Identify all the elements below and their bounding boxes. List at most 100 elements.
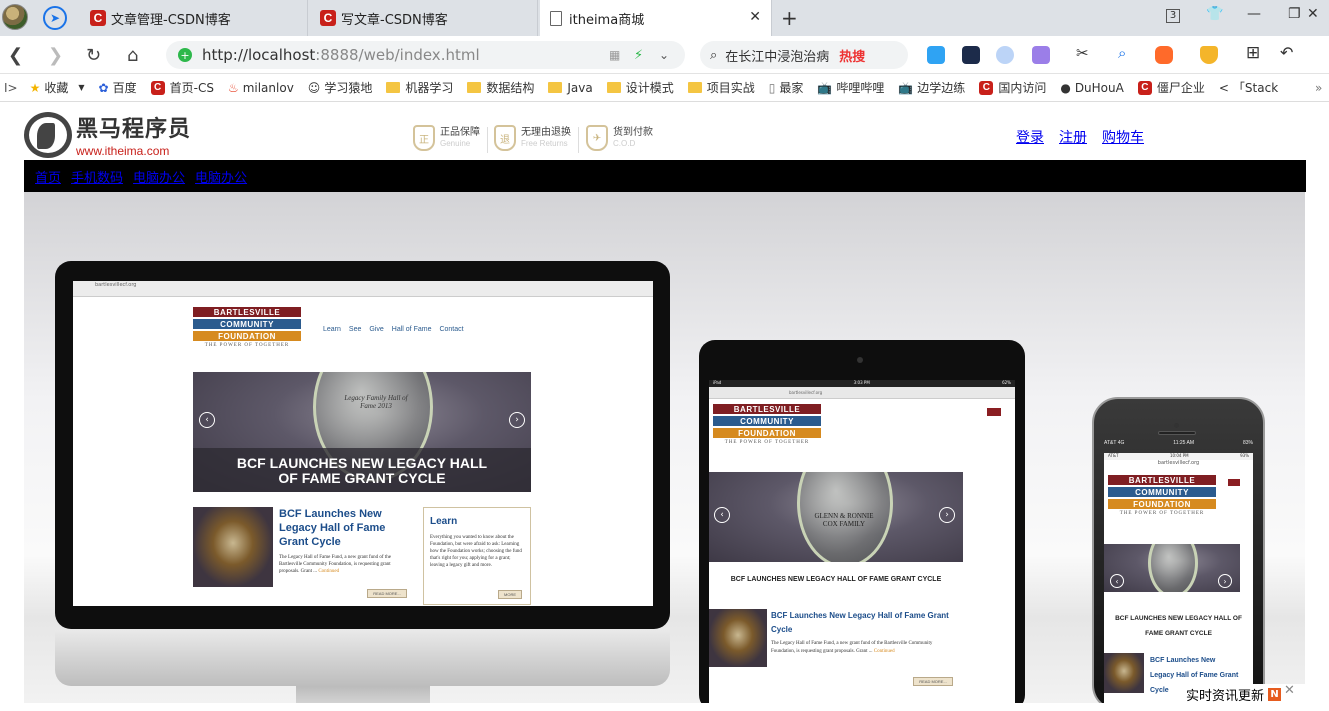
hero-caption: BCF LAUNCHES NEW LEGACY HALL OF FAME GRA… <box>1115 615 1242 637</box>
bookmark-item[interactable]: 机器学习 <box>386 79 453 96</box>
bcf-nav: Learn See Give Hall of Fame Contact <box>323 326 464 333</box>
popup-label: 实时资讯更新 <box>1186 688 1265 704</box>
news-popup[interactable]: 实时资讯更新 N <box>1180 684 1329 704</box>
search-text: 在长江中浸泡治病 <box>725 49 830 65</box>
continued-link: Continued <box>873 649 895 654</box>
bcf-hero: GLENN & RONNIE COX FAMILY ‹ › <box>709 472 963 562</box>
tab-label: 文章管理-CSDN博客 <box>111 12 231 28</box>
cart-link[interactable]: 购物车 <box>1102 127 1144 147</box>
more-bookmarks-icon[interactable]: » <box>1315 81 1322 95</box>
bookmark-item[interactable]: Java <box>548 81 593 95</box>
grid-icon[interactable]: ⊞ <box>1246 43 1264 63</box>
login-link[interactable]: 登录 <box>1016 127 1044 147</box>
tab-write-article[interactable]: C 写文章-CSDN博客 <box>310 0 538 36</box>
extension-icon[interactable] <box>996 46 1014 64</box>
guarantee-subtitle: C.O.D <box>613 139 636 148</box>
guarantee-title: 正品保障 <box>440 127 480 138</box>
mini-browser-bar: bartlesvillecf.org <box>73 281 653 297</box>
menu-item-home[interactable]: 首页 <box>35 167 61 186</box>
shirt-icon[interactable]: 👕 <box>1206 6 1223 22</box>
cod-badge-icon: ✈ <box>586 125 608 151</box>
close-window-button[interactable]: ✕ <box>1307 6 1319 22</box>
register-link[interactable]: 注册 <box>1059 127 1087 147</box>
bookmark-label: 学习猿地 <box>324 81 373 95</box>
hero-banner[interactable]: bartlesvillecf.org BARTLESVILLE COMMUNIT… <box>24 192 1305 711</box>
forward-button[interactable]: ❯ <box>48 45 63 66</box>
guarantee-cod: ✈ 货到付款 C.O.D <box>586 125 653 151</box>
bookmark-item[interactable]: ✿ 百度 <box>99 79 137 96</box>
coupon-icon[interactable] <box>1200 46 1218 64</box>
close-popup-icon[interactable]: ✕ <box>1284 683 1295 698</box>
bookmark-item[interactable]: 设计模式 <box>606 79 674 96</box>
bookmark-item[interactable]: C 国内访问 <box>979 79 1046 96</box>
more-button: MORE <box>498 590 522 599</box>
back-button[interactable]: ❮ <box>8 45 23 66</box>
bookmark-item[interactable]: ★ 收藏 ▼ <box>30 79 85 96</box>
menu-item-computer-office[interactable]: 电脑办公 <box>133 167 185 186</box>
hero-caption: BCF LAUNCHES NEW LEGACY HALL OF FAME GRA… <box>730 576 942 583</box>
bookmark-item[interactable]: C 首页-CS <box>150 79 214 96</box>
extension-icon[interactable] <box>927 46 945 64</box>
tab-count-button[interactable]: 3 <box>1166 6 1180 23</box>
learn-body: Everything you wanted to know about the … <box>430 535 522 568</box>
user-avatar[interactable] <box>2 4 28 30</box>
close-tab-icon[interactable]: ✕ <box>749 9 761 25</box>
guarantee-title: 货到付款 <box>613 127 653 138</box>
account-links: 登录 注册 购物车 <box>1016 127 1144 147</box>
lightning-icon[interactable]: ⚡ <box>634 48 643 63</box>
logo-url: www.itheima.com <box>76 144 170 158</box>
extension-icon[interactable] <box>962 46 980 64</box>
bookmark-item[interactable]: < 「Stack <box>1219 79 1278 96</box>
guarantee-subtitle: Genuine <box>440 139 471 148</box>
maximize-button[interactable]: ❐ <box>1288 6 1301 22</box>
bookmark-item[interactable]: C 僵尸企业 <box>1137 79 1205 96</box>
search-icon[interactable]: ⌕ <box>1118 44 1136 62</box>
qr-code-icon[interactable]: ▦ <box>609 48 620 62</box>
baidu-icon: ✿ <box>98 80 109 95</box>
bcf-line: FOUNDATION <box>713 428 821 438</box>
csdn-icon: C <box>90 10 106 26</box>
reload-button[interactable]: ↻ <box>86 45 101 66</box>
browser-tab-bar: ➤ C 文章管理-CSDN博客 C 写文章-CSDN博客 itheima商城 ✕… <box>0 0 1329 36</box>
minimize-button[interactable]: — <box>1247 6 1261 22</box>
bcf-nav-item: Hall of Fame <box>391 326 432 333</box>
ios-address-bar: bartlesvillecf.org <box>709 387 1015 399</box>
address-toolbar: ❮ ❯ ↻ ⌂ + http://localhost :8888/web/ind… <box>0 36 1329 74</box>
game-icon[interactable] <box>1155 46 1173 64</box>
monitor-chin <box>55 630 670 686</box>
translate-icon[interactable] <box>1032 46 1050 64</box>
next-arrow-icon: › <box>939 507 955 523</box>
bookmark-item[interactable]: ▯ 最家 <box>769 79 804 96</box>
bookmark-item[interactable]: 项目实战 <box>687 79 755 96</box>
bookmark-item[interactable]: ☺ 学习猿地 <box>308 79 373 96</box>
bookmark-item[interactable]: 📺 边学边练 <box>898 79 965 96</box>
bookmark-item[interactable]: ♨ milanlov <box>228 81 294 95</box>
bcf-line: BARTLESVILLE <box>713 404 821 414</box>
mini-url: bartlesvillecf.org <box>1157 460 1200 466</box>
bookmark-item[interactable]: ● DuHouA <box>1060 81 1124 95</box>
card-body: The Legacy Hall of Fame Fund, a new gran… <box>771 640 957 656</box>
new-tab-button[interactable]: + <box>781 6 798 30</box>
guarantee-genuine: 正 正品保障 Genuine <box>413 125 480 151</box>
divider <box>578 127 579 153</box>
search-box[interactable]: ⌕ 在长江中浸泡治病 热搜 <box>700 41 908 69</box>
menu-item-computer-office[interactable]: 电脑办公 <box>195 167 247 186</box>
home-button[interactable]: ⌂ <box>127 45 138 66</box>
sidebar-toggle-icon[interactable]: I> <box>4 81 18 95</box>
site-logo[interactable]: 黑马程序员 www.itheima.com <box>24 111 191 158</box>
genuine-badge-icon: 正 <box>413 125 435 151</box>
menu-item-mobile-digital[interactable]: 手机数码 <box>71 167 123 186</box>
bookmark-item[interactable]: 📺 哔哩哔哩 <box>817 79 884 96</box>
bookmark-item[interactable]: 数据结构 <box>467 79 534 96</box>
bcf-nav-item: Learn <box>323 326 341 333</box>
hot-search-label[interactable]: 热搜 <box>839 46 865 65</box>
navigation-arrow-icon[interactable]: ➤ <box>43 6 67 30</box>
address-bar[interactable]: + http://localhost :8888/web/index.html … <box>166 41 685 69</box>
tab-article-management[interactable]: C 文章管理-CSDN博客 <box>80 0 308 36</box>
chevron-down-icon[interactable]: ⌄ <box>659 48 669 62</box>
tab-itheima-mall[interactable]: itheima商城 ✕ <box>540 0 772 36</box>
scissors-icon[interactable]: ✂ <box>1076 44 1094 62</box>
folder-icon <box>606 82 621 93</box>
page-icon: ▯ <box>768 80 776 95</box>
undo-icon[interactable]: ↶ <box>1280 43 1298 62</box>
